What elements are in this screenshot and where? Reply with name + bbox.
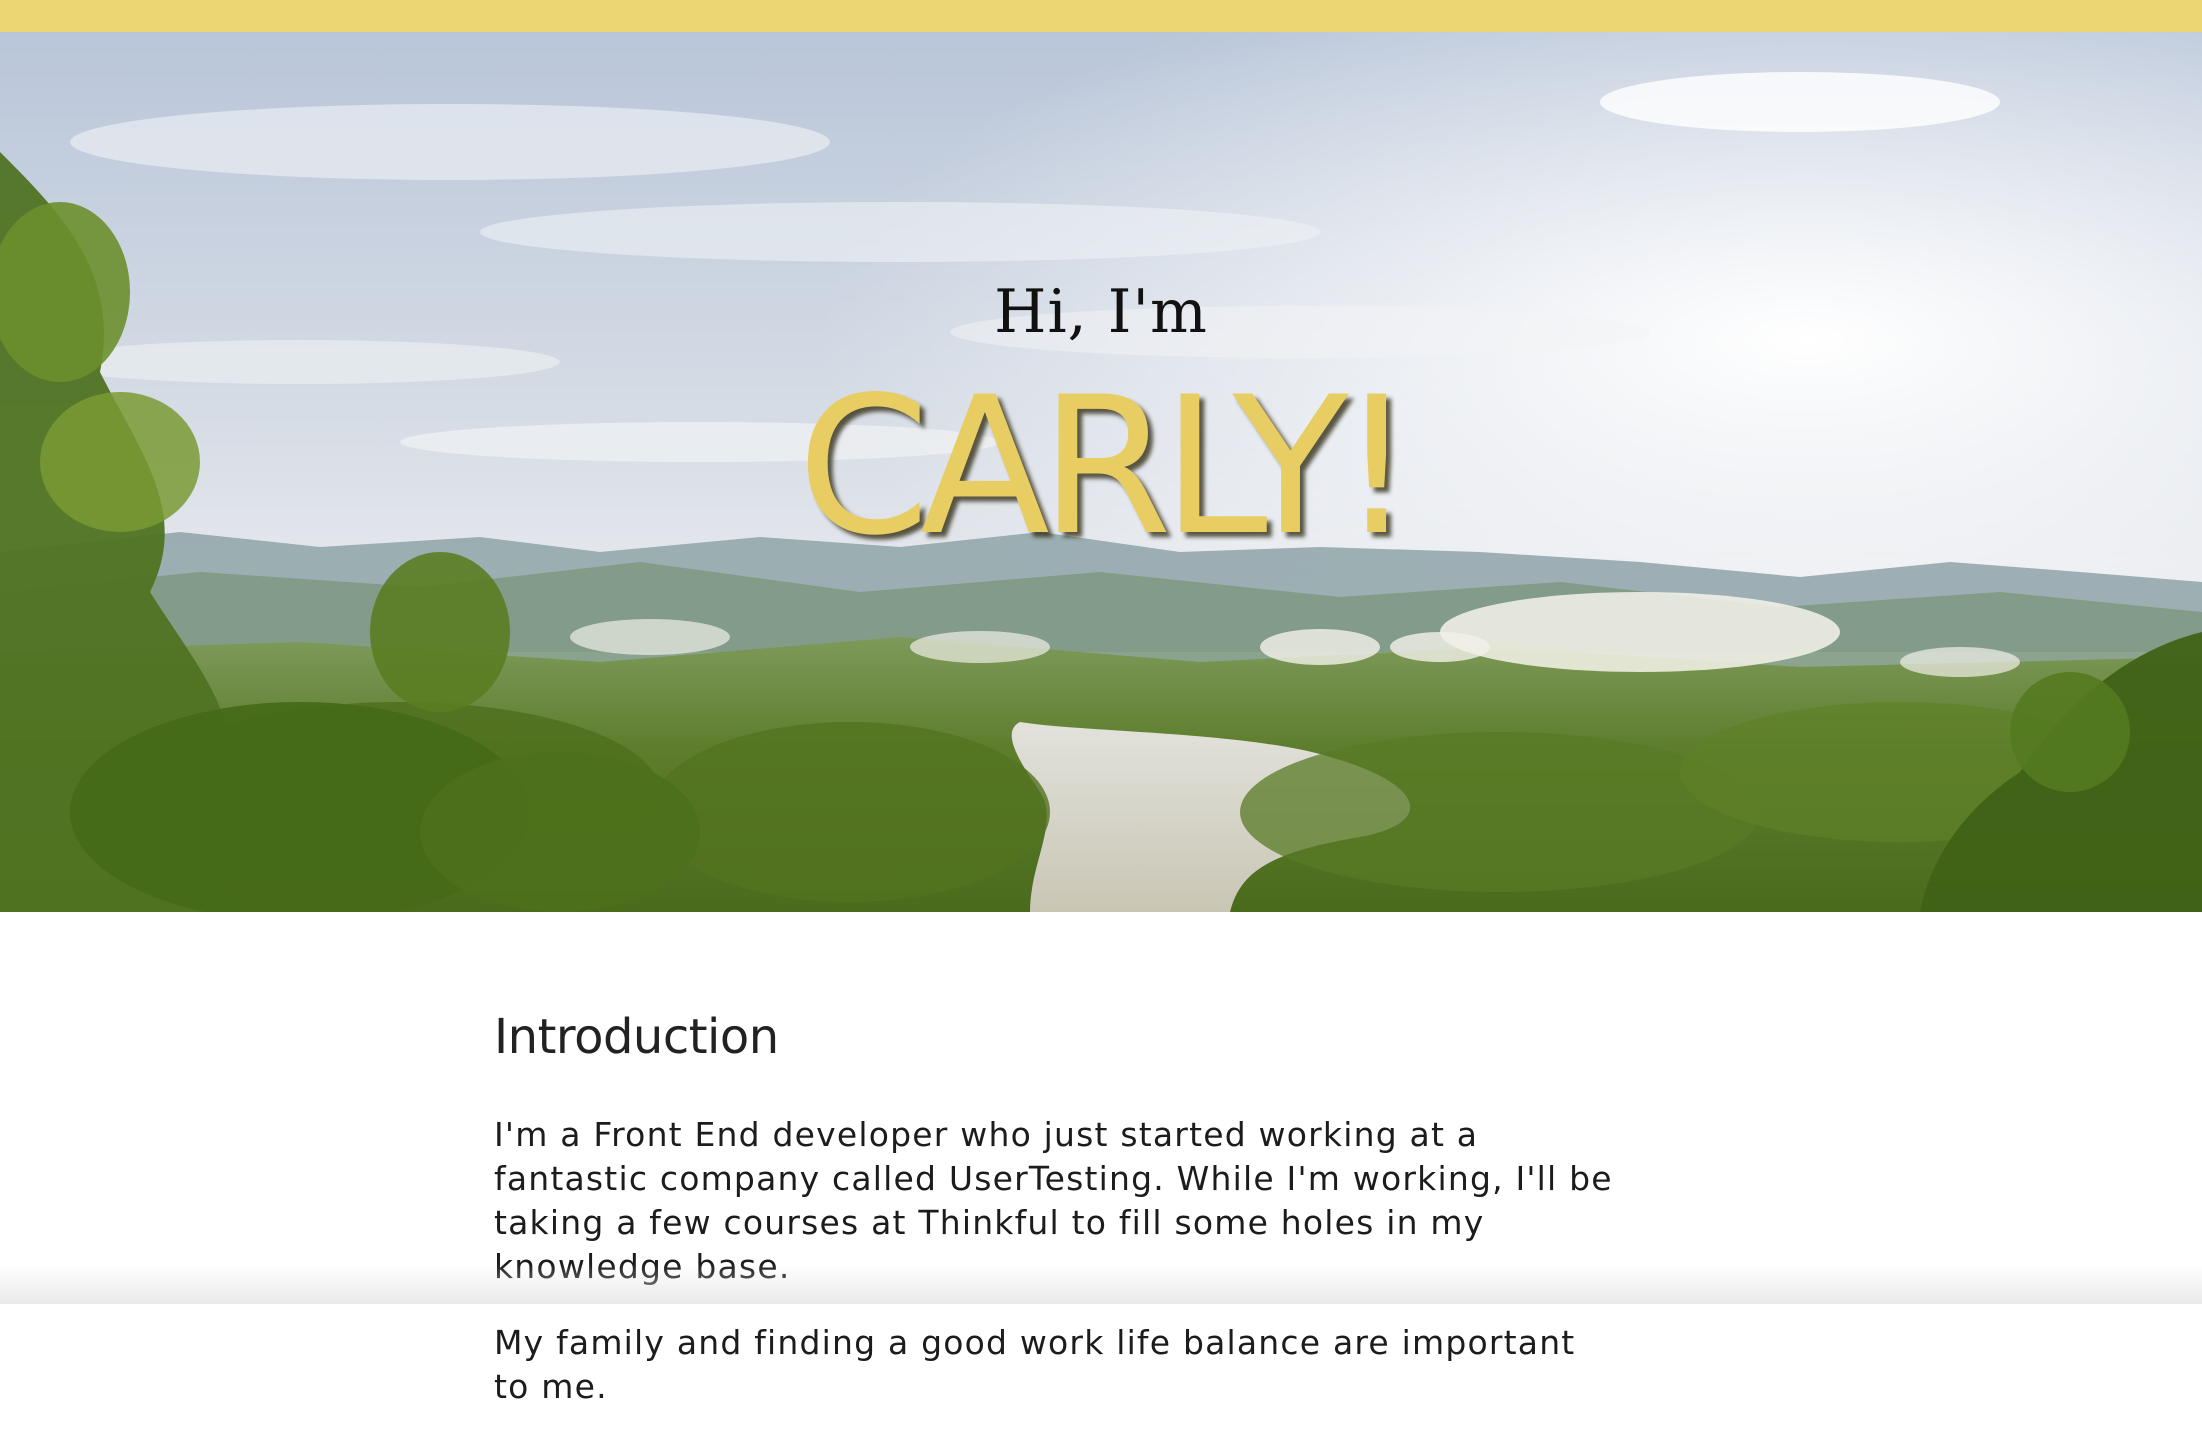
intro-heading: Introduction (494, 1010, 1614, 1065)
top-accent-bar (0, 0, 2202, 32)
hero-name-title: CARLY! (0, 372, 2202, 562)
intro-section: Introduction I'm a Front End developer w… (494, 1010, 1614, 1441)
hero-greeting: Hi, I'm (0, 282, 2202, 342)
intro-paragraph-2: My family and finding a good work life b… (494, 1321, 1614, 1409)
hero-banner: Hi, I'm CARLY! (0, 32, 2202, 912)
intro-paragraph-1: I'm a Front End developer who just start… (494, 1113, 1614, 1289)
